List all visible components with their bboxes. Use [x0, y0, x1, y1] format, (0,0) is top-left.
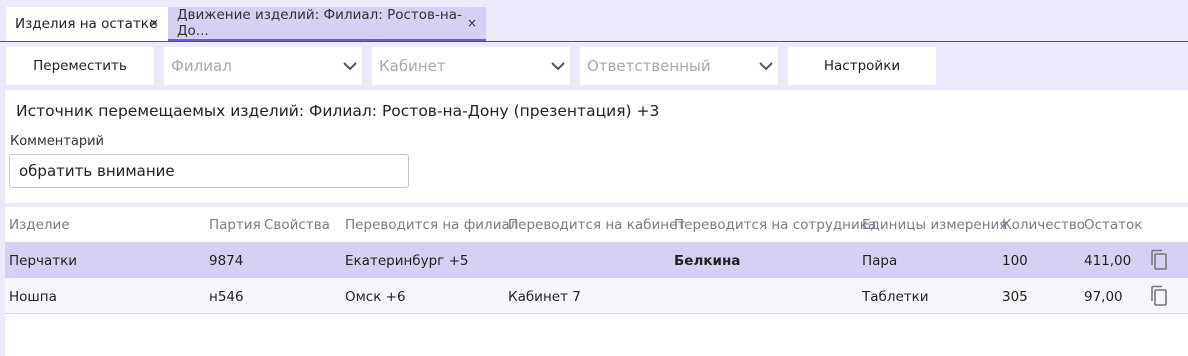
cell-item: Перчатки — [9, 253, 78, 269]
chevron-down-icon — [343, 62, 357, 71]
branch-select[interactable]: Филиал — [164, 47, 362, 85]
column-header-target-branch[interactable]: Переводится на филиал — [345, 217, 518, 233]
cell-target-office: Кабинет 7 — [508, 289, 581, 305]
copy-icon[interactable] — [1148, 284, 1172, 308]
comment-value: обратить внимание — [19, 162, 175, 180]
cell-rest: 411,00 — [1084, 253, 1132, 269]
tab-label: Изделия на остатке — [15, 16, 158, 32]
cell-target-employee: Белкина — [674, 253, 741, 269]
cell-target-branch: Екатеринбург +5 — [345, 253, 469, 269]
cell-unit: Пара — [862, 253, 898, 269]
cell-target-branch: Омск +6 — [345, 289, 406, 305]
column-header-unit[interactable]: Единицы измерения — [862, 217, 1007, 233]
source-description: Источник перемещаемых изделий: Филиал: Р… — [16, 102, 660, 120]
cell-batch: 9874 — [209, 253, 244, 269]
office-select[interactable]: Кабинет — [372, 47, 570, 85]
tab-products-in-stock[interactable]: Изделия на остатке × — [6, 7, 168, 41]
move-button[interactable]: Переместить — [6, 47, 154, 85]
tab-label: Движение изделий: Филиал: Ростов-на-До..… — [177, 7, 462, 39]
products-table: Изделие Партия Свойства Переводится на ф… — [5, 207, 1188, 356]
column-header-item[interactable]: Изделие — [9, 217, 70, 233]
column-header-quantity[interactable]: Количество — [1002, 217, 1085, 233]
cell-item: Ношпа — [9, 289, 57, 305]
table-row[interactable]: Перчатки 9874 Екатеринбург +5 Белкина Па… — [5, 242, 1188, 278]
responsible-select-placeholder: Ответственный — [587, 57, 711, 75]
close-icon[interactable]: × — [149, 16, 159, 30]
tab-products-movement[interactable]: Движение изделий: Филиал: Ростов-на-До..… — [168, 7, 486, 41]
cell-quantity: 100 — [1002, 253, 1028, 269]
source-panel: Источник перемещаемых изделий: Филиал: Р… — [5, 90, 1188, 203]
column-header-target-employee[interactable]: Переводится на сотрудника — [674, 217, 876, 233]
column-header-properties[interactable]: Свойства — [264, 217, 330, 233]
column-header-batch[interactable]: Партия — [209, 217, 261, 233]
branch-select-placeholder: Филиал — [171, 57, 232, 75]
toolbar: Переместить Филиал Кабинет Ответственный… — [0, 46, 1188, 86]
chevron-down-icon — [759, 62, 773, 71]
cell-rest: 97,00 — [1084, 289, 1123, 305]
cell-batch: н546 — [209, 289, 244, 305]
cell-unit: Таблетки — [862, 289, 929, 305]
tab-bar: Изделия на остатке × Движение изделий: Ф… — [0, 0, 1188, 42]
cell-quantity: 305 — [1002, 289, 1028, 305]
column-header-rest[interactable]: Остаток — [1084, 217, 1142, 233]
responsible-select[interactable]: Ответственный — [580, 47, 778, 85]
table-row[interactable]: Ношпа н546 Омск +6 Кабинет 7 Таблетки 30… — [5, 278, 1188, 314]
comment-field[interactable]: обратить внимание — [9, 154, 409, 188]
column-header-target-office[interactable]: Переводится на кабинет — [508, 217, 685, 233]
settings-button[interactable]: Настройки — [788, 47, 936, 85]
office-select-placeholder: Кабинет — [379, 57, 446, 75]
chevron-down-icon — [551, 62, 565, 71]
comment-label: Комментарий — [10, 134, 104, 149]
close-icon[interactable]: × — [467, 16, 477, 30]
copy-icon[interactable] — [1148, 248, 1172, 272]
